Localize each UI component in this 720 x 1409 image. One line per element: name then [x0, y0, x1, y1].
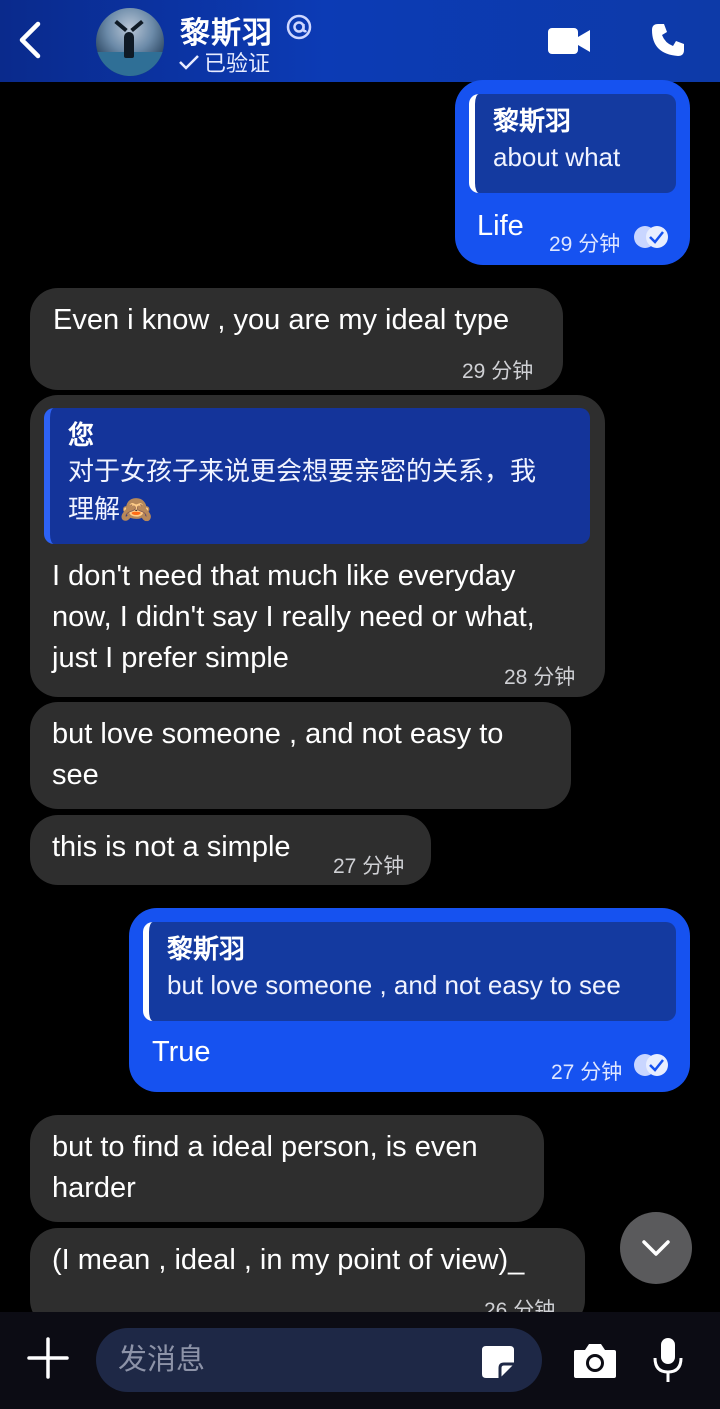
message-text-line: harder: [52, 1172, 136, 1204]
video-call-icon[interactable]: [548, 26, 590, 56]
quote-sender: 黎斯羽: [493, 106, 572, 136]
quote-text-line: 理解🙈: [68, 494, 153, 524]
back-icon[interactable]: [12, 18, 48, 62]
quote-text: about what: [493, 142, 621, 172]
message-time: 29 分钟: [462, 360, 534, 383]
camera-icon[interactable]: [572, 1340, 618, 1380]
scroll-to-bottom-button[interactable]: [620, 1212, 692, 1284]
message-text-line: just I prefer simple: [52, 642, 289, 674]
message-text: but love someone , and not easy to see: [52, 714, 503, 796]
avatar[interactable]: [96, 8, 164, 76]
message-bubble-outgoing[interactable]: 黎斯羽 but love someone , and not easy to s…: [129, 908, 690, 1092]
quote-sender: 您: [68, 420, 95, 450]
message-composer: [0, 1312, 720, 1409]
quote-text-line: 对于女孩子来说更会想要亲密的关系，我: [68, 456, 537, 486]
plus-icon[interactable]: [26, 1336, 70, 1380]
read-receipt-icon: [634, 1054, 668, 1076]
chevron-down-icon: [642, 1240, 670, 1256]
message-time: 27 分钟: [333, 855, 405, 878]
message-time: 29 分钟: [549, 233, 621, 256]
message-text: (I mean , ideal , in my point of view)_: [52, 1244, 525, 1276]
verified-status: 已验证: [178, 46, 270, 78]
message-text-line: I don't need that much like everyday: [52, 560, 516, 592]
message-bubble-incoming[interactable]: this is not a simple 27 分钟: [30, 815, 431, 885]
message-text: Even i know , you are my ideal type: [53, 304, 510, 336]
message-text: this is not a simple: [52, 831, 291, 863]
message-text: but to find a ideal person, is even hard…: [52, 1127, 478, 1209]
message-bubble-incoming[interactable]: but love someone , and not easy to see: [30, 702, 571, 809]
message-text-line: see: [52, 759, 99, 791]
message-time: 27 分钟: [551, 1061, 623, 1084]
chat-header: 黎斯羽 已验证: [0, 0, 720, 82]
read-receipt-icon: [634, 226, 668, 248]
verified-label: 已验证: [204, 51, 271, 76]
message-bubble-incoming[interactable]: 您 对于女孩子来说更会想要亲密的关系，我 理解🙈 I don't need th…: [30, 395, 605, 697]
message-text-line: but love someone , and not easy to: [52, 718, 504, 750]
microphone-icon[interactable]: [652, 1336, 684, 1384]
message-text-line: now, I didn't say I really need or what,: [52, 601, 535, 633]
reply-quote[interactable]: 黎斯羽 about what: [469, 94, 676, 193]
message-text: I don't need that much like everyday now…: [52, 556, 535, 679]
message-input[interactable]: [96, 1328, 542, 1392]
check-icon: [179, 55, 199, 70]
at-icon: [286, 14, 312, 40]
quote-text: but love someone , and not easy to see: [167, 970, 621, 1000]
message-text-line: but to find a ideal person, is even: [52, 1131, 478, 1163]
sticker-icon[interactable]: [478, 1342, 518, 1382]
message-text: Life: [477, 210, 524, 242]
message-time: 28 分钟: [504, 666, 576, 689]
reply-quote[interactable]: 您 对于女孩子来说更会想要亲密的关系，我 理解🙈: [44, 408, 590, 544]
message-bubble-incoming[interactable]: Even i know , you are my ideal type 29 分…: [30, 288, 563, 390]
message-text: True: [152, 1036, 211, 1068]
message-bubble-incoming[interactable]: but to find a ideal person, is even hard…: [30, 1115, 544, 1222]
reply-quote[interactable]: 黎斯羽 but love someone , and not easy to s…: [143, 922, 676, 1021]
phone-icon[interactable]: [650, 22, 686, 58]
quote-sender: 黎斯羽: [167, 934, 246, 964]
message-bubble-outgoing[interactable]: 黎斯羽 about what Life 29 分钟: [455, 80, 690, 265]
